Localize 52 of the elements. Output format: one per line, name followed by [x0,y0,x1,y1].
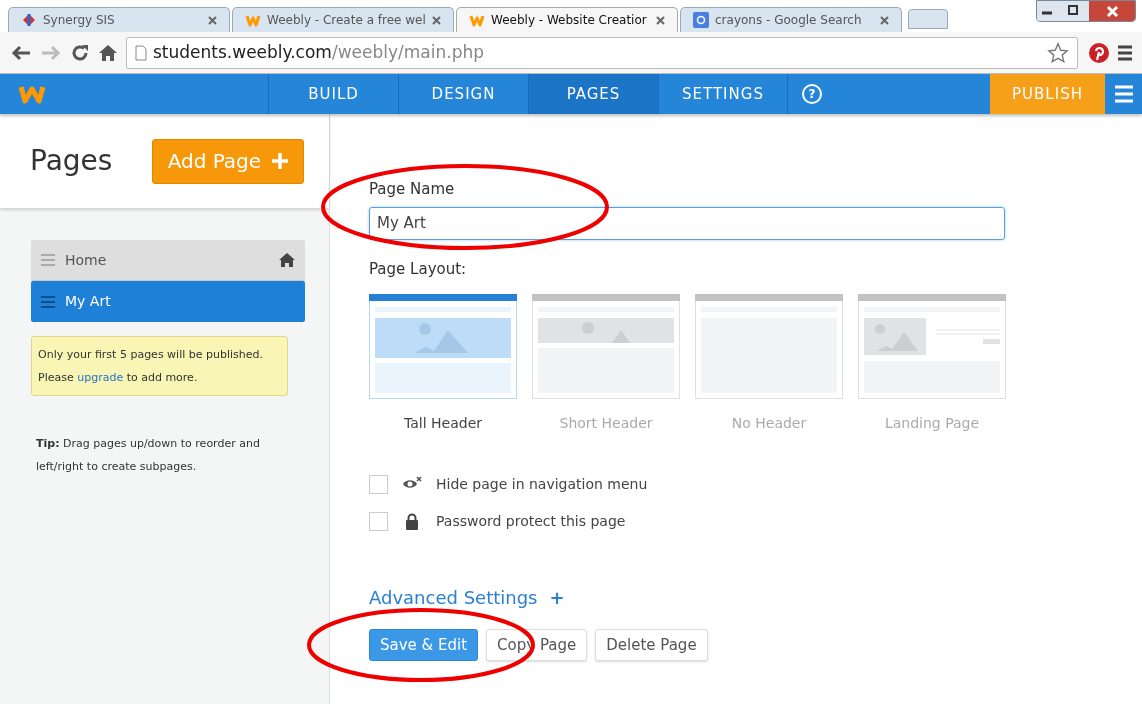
layout-label: Short Header [559,414,653,433]
search-logo-icon [693,12,709,28]
notice-text: Only your first 5 pages will be published. Please upgrade to add more. [38,347,265,386]
drag-handle-icon[interactable] [41,254,55,266]
field-label: Page Layout: [369,258,468,280]
nav-tab[interactable]: PAGES [528,74,658,114]
address-bar[interactable]: students.weebly.com/weebly/main.php [126,36,1078,69]
page-list-item[interactable]: My Art [31,281,305,322]
layout-label: Landing Page [884,414,980,433]
action-button[interactable]: Delete Page [595,629,708,661]
page-list-item[interactable]: Home [31,240,305,281]
layout-thumbnail[interactable] [858,294,1006,399]
reload-icon[interactable] [70,42,90,63]
back-icon[interactable] [10,43,32,62]
upgrade-link[interactable]: upgrade [77,371,124,384]
nav-tab[interactable]: SETTINGS [658,74,788,114]
layout-thumbnail[interactable] [532,294,680,399]
close-icon[interactable] [656,15,665,25]
site-logo-icon [21,12,37,28]
nav-tab[interactable]: BUILD [268,74,398,114]
checkbox[interactable] [369,512,388,531]
browser-tab[interactable]: crayons - Google Search [680,7,902,32]
close-icon[interactable] [432,15,441,25]
star-icon[interactable] [1047,41,1069,64]
layout-thumbnail[interactable] [695,294,843,399]
layout-label: Tall Header [404,414,482,433]
advanced-settings-link[interactable]: Advanced Settings [369,584,538,611]
expand-icon[interactable]: + [549,584,565,611]
drag-handle-icon[interactable] [41,295,55,308]
url-text: students.weebly.com/weebly/main.php [153,40,485,64]
layout-label: No Header [731,414,807,433]
page-icon [135,44,147,61]
action-button[interactable]: Save & Edit [369,629,479,661]
close-icon[interactable] [880,15,889,25]
plus-icon [271,152,290,170]
option-label: Hide page in navigation menu [436,475,648,494]
checkbox[interactable] [369,475,388,494]
menu-icon[interactable] [1118,44,1132,61]
page-name-field[interactable]: My Art [369,206,1005,240]
option-label: Password protect this page [436,512,626,531]
browser-tab[interactable]: Weebly - Create a free wel [232,7,454,32]
pin-icon[interactable] [1088,41,1110,64]
layout-thumbnail[interactable] [369,294,517,399]
tip-text: Tip: Drag pages up/down to reorder and left/right to create subpages. [36,436,261,475]
browser-tab[interactable]: Synergy SIS [8,7,230,32]
close-icon[interactable] [208,15,217,25]
help-button[interactable]: ? [802,84,822,104]
home-icon[interactable] [98,43,118,62]
browser-tab[interactable]: Weebly - Website Creatior [456,7,678,32]
field-label: Page Name [369,179,456,200]
nav-tab[interactable]: DESIGN [398,74,528,114]
sidebar-title: Pages [30,143,113,179]
